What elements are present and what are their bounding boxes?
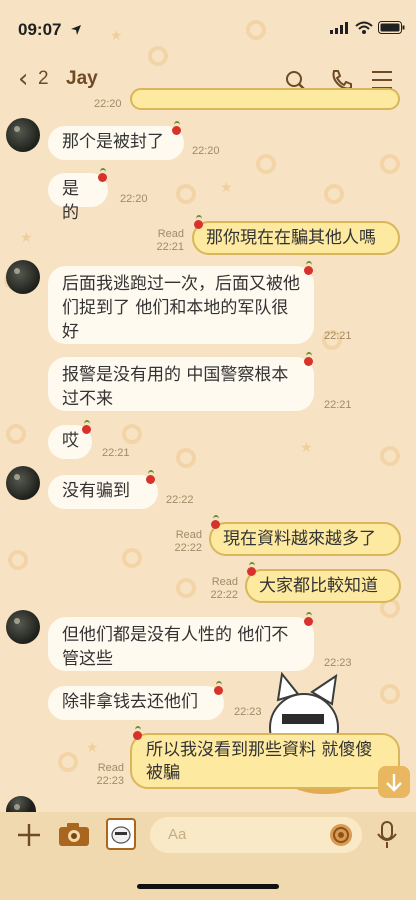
- message-bubble-outgoing[interactable]: 那你現在在騙其他人嗎: [192, 221, 400, 255]
- read-status: Read: [211, 576, 238, 588]
- message-time: 22:21: [156, 241, 184, 253]
- message-time: 22:20: [192, 145, 220, 157]
- message-time: 22:21: [102, 447, 130, 459]
- plus-icon[interactable]: [16, 822, 42, 848]
- message-time: 22:22: [210, 589, 238, 601]
- home-indicator: [137, 884, 279, 889]
- wifi-icon: [355, 21, 373, 34]
- message-bubble-outgoing[interactable]: 所以我沒看到那些資料 就傻傻被騙: [130, 733, 400, 789]
- avatar[interactable]: [6, 260, 40, 294]
- cherry-decoration: [146, 470, 155, 484]
- avatar[interactable]: [6, 466, 40, 500]
- message-text: 没有骗到: [62, 481, 130, 501]
- location-arrow-icon: [71, 25, 81, 35]
- message-text: 那你現在在騙其他人嗎: [206, 228, 376, 248]
- cherry-decoration: [304, 352, 313, 366]
- cherry-decoration: [172, 121, 181, 135]
- cellular-signal-icon: [330, 22, 348, 34]
- message-bubble-incoming[interactable]: 但他们都是没有人性的 他们不管这些: [48, 617, 314, 671]
- scroll-down-icon: [386, 774, 402, 792]
- cherry-decoration: [247, 562, 256, 576]
- message-bubble-incoming[interactable]: 报警是没有用的 中国警察根本过不来: [48, 357, 314, 411]
- message-text: 但他们都是没有人性的 他们不管这些: [62, 625, 289, 669]
- message-bubble-incoming[interactable]: 那个是被封了: [48, 126, 184, 160]
- message-text: 后面我逃跑过一次，后面又被他们捉到了 他们和本地的军队很好: [62, 274, 300, 342]
- avatar[interactable]: [6, 610, 40, 644]
- status-bar: 09:07: [0, 0, 416, 48]
- message-text: 报警是没有用的 中国警察根本过不来: [62, 365, 289, 409]
- cherry-decoration: [82, 420, 91, 434]
- message-time: 22:23: [96, 775, 124, 787]
- back-chevron-icon: ‹: [18, 64, 29, 94]
- message-input[interactable]: Aa: [150, 817, 362, 853]
- message-bubble-outgoing[interactable]: 現在資料越來越多了: [209, 522, 401, 556]
- read-status: Read: [157, 228, 184, 240]
- status-time: 09:07: [18, 20, 62, 39]
- cherry-decoration: [194, 215, 203, 229]
- cherry-decoration: [304, 612, 313, 626]
- avatar[interactable]: [6, 118, 40, 152]
- cherry-decoration: [214, 681, 223, 695]
- message-bubble-outgoing[interactable]: 大家都比較知道: [245, 569, 401, 603]
- message-time: 22:20: [120, 193, 148, 205]
- unread-count: 2: [38, 68, 49, 89]
- scroll-to-bottom-button[interactable]: [378, 766, 410, 798]
- message-text: 現在資料越來越多了: [223, 529, 376, 549]
- read-status: Read: [97, 762, 124, 774]
- emoji-icon[interactable]: [328, 822, 354, 848]
- message-time: 22:21: [324, 399, 352, 411]
- camera-icon[interactable]: [57, 820, 91, 848]
- photo-icon[interactable]: [106, 818, 136, 850]
- message-time: 22:20: [94, 98, 122, 110]
- cherry-decoration: [98, 168, 107, 182]
- message-bubble-incoming[interactable]: 没有骗到: [48, 475, 158, 509]
- message-text: 哎: [62, 431, 79, 451]
- message-text: 除非拿钱去还他们: [62, 692, 198, 712]
- cherry-decoration: [211, 515, 220, 529]
- mic-icon[interactable]: [374, 820, 400, 850]
- message-time: 22:22: [174, 542, 202, 554]
- message-bubble-incoming[interactable]: 后面我逃跑过一次，后面又被他们捉到了 他们和本地的军队很好: [48, 266, 314, 344]
- back-button[interactable]: ‹ 2: [18, 64, 58, 94]
- message-text: 那个是被封了: [62, 132, 164, 152]
- cherry-decoration: [304, 261, 313, 275]
- message-time: 22:22: [166, 494, 194, 506]
- message-bubble-incoming[interactable]: 除非拿钱去还他们: [48, 686, 224, 720]
- message-text: 大家都比較知道: [259, 576, 378, 596]
- battery-icon: [378, 21, 405, 34]
- message-text: 是的: [62, 179, 79, 223]
- chat-title: Jay: [66, 68, 98, 89]
- message-time: 22:21: [324, 330, 352, 342]
- cherry-decoration: [133, 726, 142, 740]
- message-bubble-outgoing[interactable]: [130, 88, 400, 110]
- read-status: Read: [175, 529, 202, 541]
- message-input-placeholder: Aa: [168, 826, 187, 843]
- message-text: 所以我沒看到那些資料 就傻傻被騙: [146, 740, 373, 783]
